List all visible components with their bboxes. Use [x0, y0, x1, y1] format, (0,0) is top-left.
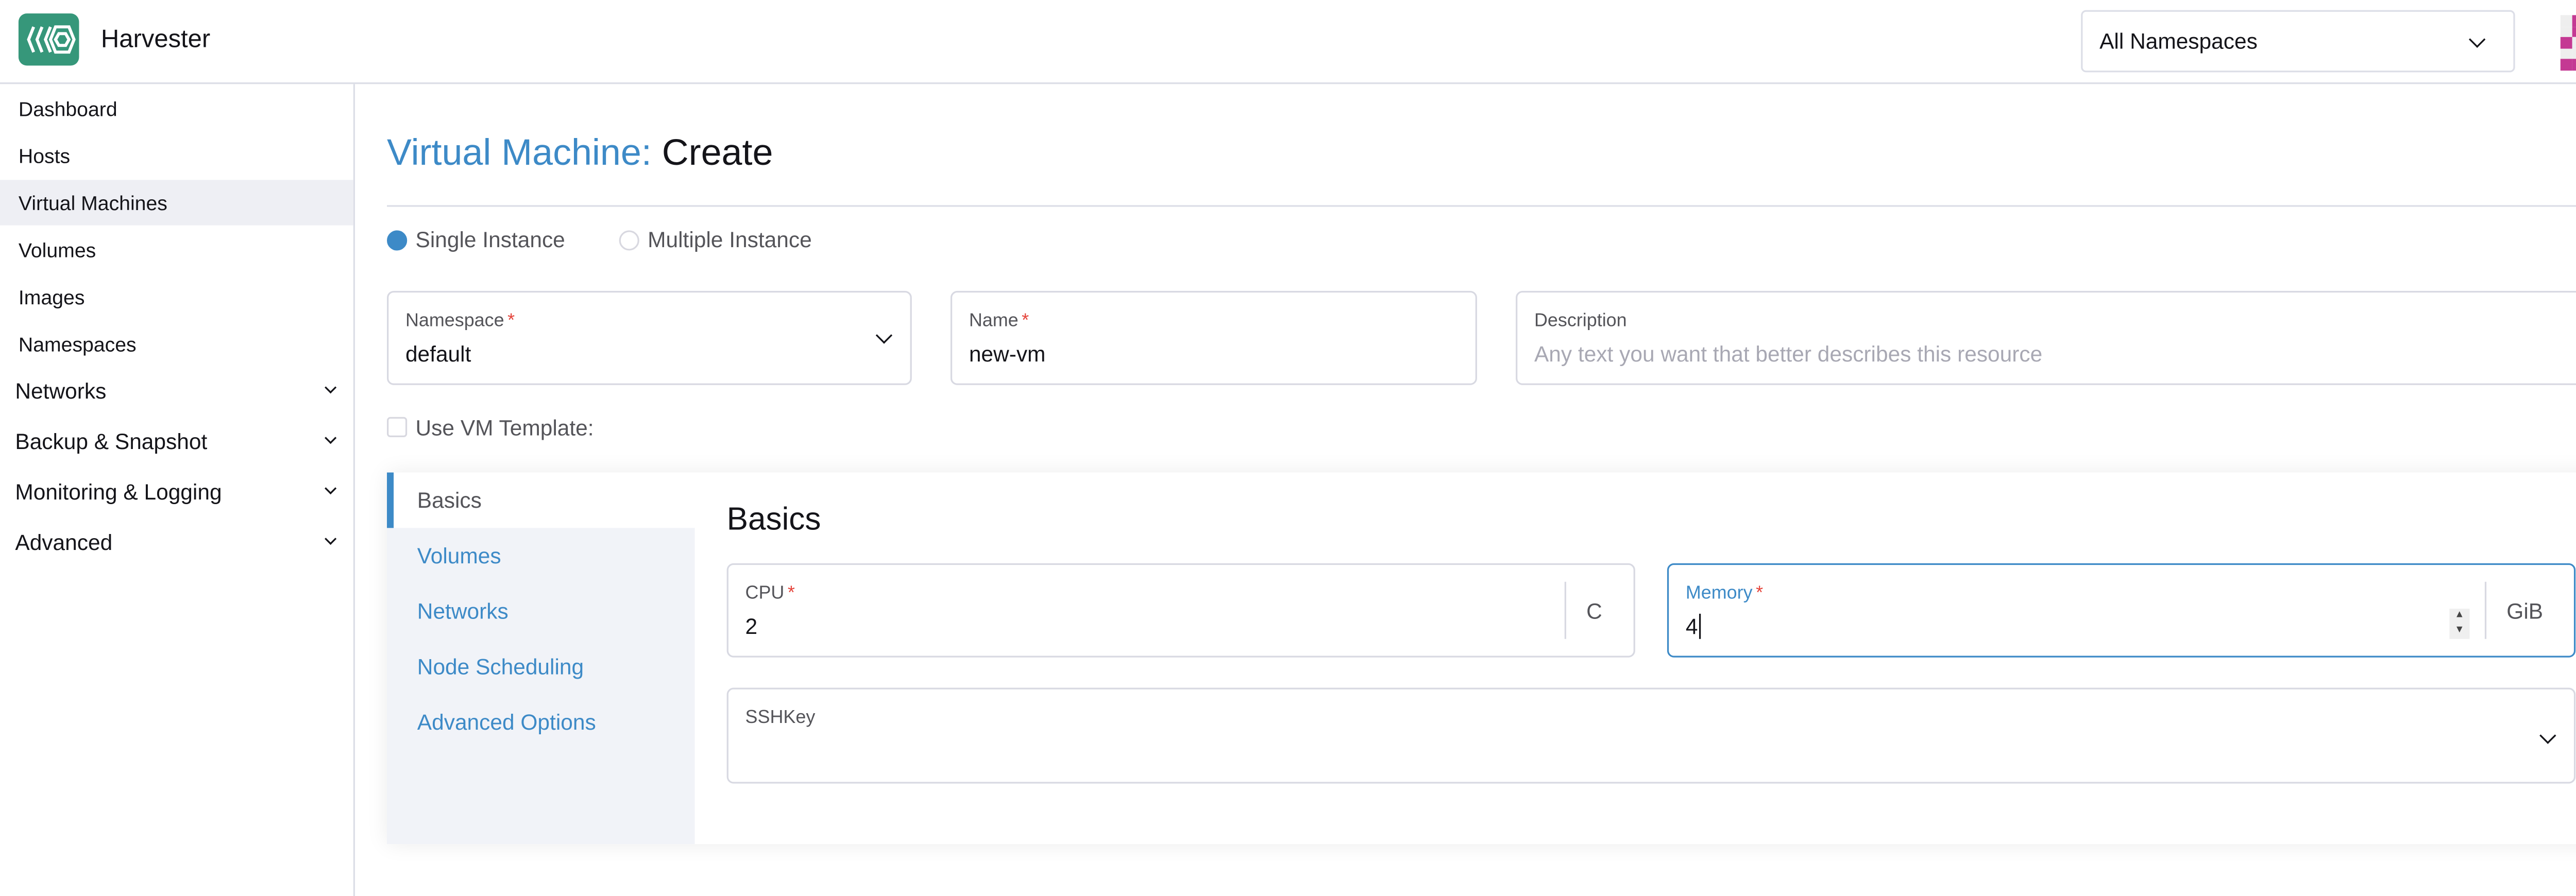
memory-label: Memory * [1685, 583, 1764, 604]
top-header: Harvester All Namespaces [0, 0, 2576, 84]
chevron-down-icon [325, 483, 337, 495]
namespace-value: default [405, 341, 471, 367]
namespace-filter-value: All Namespaces [2099, 28, 2258, 54]
avatar-cell [2571, 15, 2576, 26]
single-instance-radio[interactable] [387, 230, 408, 251]
spin-up-icon[interactable]: ▲ [2449, 609, 2469, 624]
cpu-value: 2 [745, 613, 758, 639]
chevron-down-icon [875, 327, 893, 344]
avatar-cell [2571, 26, 2576, 38]
sidebar-group-label: Networks [15, 378, 107, 404]
sidebar-group-backup-snapshot[interactable]: Backup & Snapshot [0, 419, 353, 466]
number-spinner[interactable]: ▲ ▼ [2449, 609, 2470, 639]
chevron-down-icon [325, 532, 337, 545]
tab-advanced-options[interactable]: Advanced Options [387, 695, 695, 750]
memory-value: 4 [1686, 613, 1701, 639]
sidebar-item-images[interactable]: Images [0, 274, 353, 319]
description-label: Description [1534, 311, 1627, 332]
section-tabs: Basics Volumes Networks Node Scheduling … [387, 472, 695, 845]
multiple-instance-label: Multiple Instance [648, 227, 812, 252]
sidebar-item-label: Images [18, 286, 85, 309]
chevron-down-icon [2539, 727, 2556, 744]
multiple-instance-radio[interactable] [619, 230, 639, 251]
sidebar-item-label: Hosts [18, 144, 71, 168]
avatar-cell [2560, 48, 2572, 60]
chevron-down-icon [325, 432, 337, 444]
use-vm-template-label: Use VM Template: [415, 415, 594, 441]
sshkey-select[interactable]: SSHKey [726, 687, 2576, 784]
cpu-input[interactable]: CPU * 2 C [726, 563, 1635, 658]
avatar-cell [2571, 59, 2576, 71]
tab-basics[interactable]: Basics [387, 472, 695, 528]
cpu-unit: C [1564, 581, 1622, 639]
name-label: Name * [969, 311, 1029, 332]
memory-input[interactable]: Memory * 4 ▲ ▼ GiB [1667, 563, 2576, 658]
tab-networks[interactable]: Networks [387, 583, 695, 639]
name-input[interactable]: Name * new-vm [950, 290, 1477, 385]
namespace-filter-select[interactable]: All Namespaces [2081, 10, 2515, 73]
avatar-cell [2560, 26, 2572, 38]
chevron-down-icon [325, 382, 337, 394]
spin-down-icon[interactable]: ▼ [2449, 624, 2469, 639]
sidebar-item-namespaces[interactable]: Namespaces [0, 321, 353, 367]
sidebar-group-label: Backup & Snapshot [15, 428, 208, 454]
brand-name: Harvester [100, 25, 211, 54]
description-placeholder: Any text you want that better describes … [1534, 341, 2043, 367]
sidebar-group-monitoring-logging[interactable]: Monitoring & Logging [0, 469, 353, 516]
description-input[interactable]: Description Any text you want that bette… [1516, 290, 2576, 385]
avatar-cell [2560, 15, 2572, 26]
memory-unit: GiB [2484, 581, 2563, 639]
title-resource-type: Virtual Machine: [387, 131, 652, 174]
vm-config-card: Basics Volumes Networks Node Scheduling … [387, 472, 2576, 845]
sidebar-group-networks[interactable]: Networks [0, 368, 353, 415]
sidebar-item-label: Volumes [18, 238, 96, 263]
sshkey-label: SSHKey [745, 708, 816, 728]
divider [387, 205, 2576, 207]
tab-volumes[interactable]: Volumes [387, 528, 695, 583]
sidebar-item-label: Namespaces [18, 333, 137, 357]
avatar-cell [2560, 37, 2572, 49]
avatar-cell [2571, 37, 2576, 49]
page-title: Virtual Machine: Create [387, 131, 773, 175]
avatar-cell [2571, 48, 2576, 60]
single-instance-label: Single Instance [415, 227, 565, 252]
sidebar-item-volumes[interactable]: Volumes [0, 227, 353, 272]
sidebar-item-label: Virtual Machines [18, 192, 167, 215]
use-vm-template-checkbox[interactable] [387, 417, 408, 437]
sidebar-item-virtual-machines[interactable]: Virtual Machines [0, 180, 353, 226]
namespace-select[interactable]: Namespace * default [387, 290, 912, 385]
sidebar: Dashboard Hosts Virtual Machines Volumes… [0, 84, 355, 896]
sidebar-item-dashboard[interactable]: Dashboard [0, 86, 353, 131]
user-avatar[interactable] [2560, 15, 2576, 71]
sidebar-item-label: Dashboard [18, 97, 117, 122]
sidebar-group-advanced[interactable]: Advanced [0, 520, 353, 566]
sidebar-group-label: Monitoring & Logging [15, 479, 222, 505]
sidebar-group-label: Advanced [15, 529, 113, 555]
chevron-down-icon [2469, 31, 2486, 48]
name-value: new-vm [969, 341, 1046, 367]
harvester-logo[interactable] [18, 13, 79, 66]
tab-node-scheduling[interactable]: Node Scheduling [387, 639, 695, 695]
title-action: Create [662, 131, 773, 174]
cpu-label: CPU * [745, 583, 795, 604]
namespace-label: Namespace * [405, 311, 515, 332]
sidebar-item-hosts[interactable]: Hosts [0, 133, 353, 178]
avatar-cell [2560, 59, 2572, 71]
section-heading: Basics [726, 503, 821, 538]
